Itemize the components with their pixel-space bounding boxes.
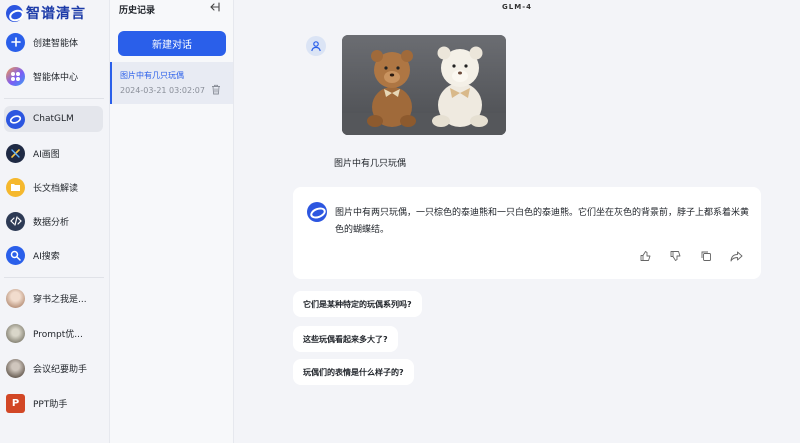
sidebar-item-ai-draw[interactable]: AI画图: [4, 140, 103, 166]
grid-icon: [6, 66, 25, 86]
chat-main: GLM-4 图片中有几只玩偶 图片中有两只玩偶，一只棕色的泰迪熊和一只白色的泰迪…: [234, 0, 800, 443]
answer-actions: [639, 249, 743, 263]
teddy-bears-photo: [342, 35, 506, 135]
avatar-icon: [6, 288, 25, 308]
code-icon: [6, 211, 25, 231]
ppt-icon: P: [6, 393, 25, 413]
sidebar-item-agent-prompt[interactable]: Prompt优...: [4, 320, 103, 346]
sidebar: 智谱清言 创建智能体 智能体中心 ChatGLM AI画图 长文档解读 数据分析…: [0, 0, 110, 443]
sidebar-item-create-agent[interactable]: 创建智能体: [4, 29, 103, 55]
chatglm-icon: [6, 109, 25, 129]
suggested-question[interactable]: 它们是某种特定的玩偶系列吗?: [293, 291, 422, 317]
new-chat-button[interactable]: 新建对话: [118, 31, 226, 56]
sidebar-item-label: ChatGLM: [33, 114, 74, 124]
sidebar-item-chatglm[interactable]: ChatGLM: [4, 106, 103, 132]
answer-text: 图片中有两只玩偶，一只棕色的泰迪熊和一只白色的泰迪熊。它们坐在灰色的背景前，脖子…: [335, 208, 750, 235]
copy-icon[interactable]: [699, 249, 713, 263]
avatar-icon: [6, 358, 25, 378]
history-item-title: 图片中有几只玩偶: [120, 71, 184, 80]
sidebar-item-label: AI搜索: [33, 251, 60, 262]
sidebar-item-label: 智能体中心: [33, 72, 79, 83]
model-title: GLM-4: [502, 3, 532, 11]
plus-icon: [6, 32, 25, 52]
sidebar-item-label: PPT助手: [33, 399, 68, 410]
suggested-question[interactable]: 这些玩偶看起来多大了?: [293, 326, 398, 352]
chatglm-avatar-icon: [307, 202, 327, 222]
thumbs-up-icon[interactable]: [639, 249, 653, 263]
history-item-time: 2024-03-21 03:02:07: [120, 86, 205, 95]
suggested-question[interactable]: 玩偶们的表情是什么样子的?: [293, 359, 414, 385]
sidebar-item-label: Prompt优...: [33, 329, 83, 340]
history-panel: 历史记录 新建对话 图片中有几只玩偶 2024-03-21 03:02:07: [110, 0, 234, 443]
sidebar-item-label: 会议纪要助手: [33, 364, 88, 375]
answer-card: 图片中有两只玩偶，一只棕色的泰迪熊和一只白色的泰迪熊。它们坐在灰色的背景前，脖子…: [293, 187, 761, 279]
history-item[interactable]: 图片中有几只玩偶 2024-03-21 03:02:07: [110, 62, 233, 104]
logo[interactable]: 智谱清言: [6, 4, 86, 22]
sidebar-item-data-analysis[interactable]: 数据分析: [4, 208, 103, 234]
trash-icon[interactable]: [211, 84, 221, 98]
sidebar-item-label: 创建智能体: [33, 38, 79, 49]
uploaded-image[interactable]: [342, 35, 506, 135]
history-title: 历史记录: [119, 6, 156, 16]
divider: [4, 98, 104, 99]
sidebar-item-agent-ppt[interactable]: P PPT助手: [4, 390, 103, 416]
sidebar-item-label: 数据分析: [33, 217, 70, 228]
logo-text: 智谱清言: [26, 6, 86, 22]
sidebar-item-agent-center[interactable]: 智能体中心: [4, 63, 103, 89]
share-icon[interactable]: [729, 249, 743, 263]
sidebar-item-ai-search[interactable]: AI搜索: [4, 242, 103, 268]
sidebar-item-label: AI画图: [33, 149, 60, 160]
search-icon: [6, 245, 25, 265]
user-avatar: [306, 36, 326, 56]
collapse-panel-icon[interactable]: [208, 2, 220, 15]
zhipu-logo-icon: [6, 4, 23, 22]
brush-icon: [6, 143, 25, 163]
sidebar-item-agent-chuanshu[interactable]: 穿书之我是...: [4, 285, 103, 311]
avatar-icon: [6, 323, 25, 343]
folder-icon: [6, 177, 25, 197]
divider: [4, 277, 104, 278]
sidebar-item-label: 穿书之我是...: [33, 294, 87, 305]
user-message: 图片中有几只玩偶: [334, 159, 407, 169]
thumbs-down-icon[interactable]: [669, 249, 683, 263]
sidebar-item-label: 长文档解读: [33, 183, 79, 194]
sidebar-item-agent-meeting[interactable]: 会议纪要助手: [4, 355, 103, 381]
sidebar-item-long-doc[interactable]: 长文档解读: [4, 174, 103, 200]
